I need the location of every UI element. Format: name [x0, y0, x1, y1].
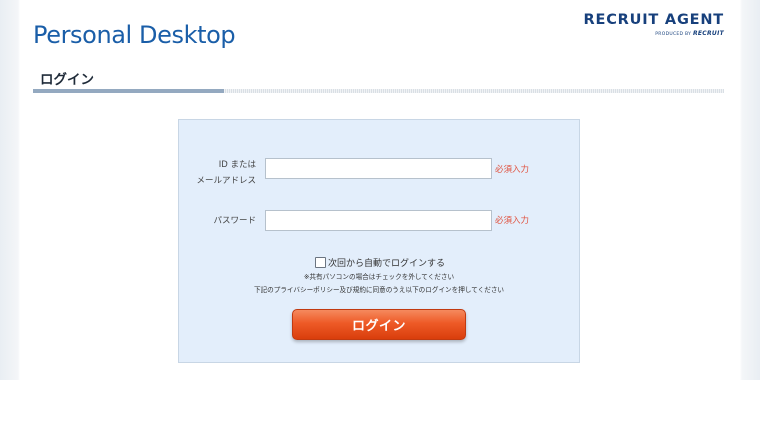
page-title: ログイン	[40, 72, 94, 88]
recruit-agent-logo: RECRUIT AGENT PRODUCED BY RECRUIT	[572, 11, 724, 37]
id-field-label: ID または メールアドレス	[179, 157, 256, 189]
auto-login-option[interactable]: 次回から自動でログインする	[315, 256, 455, 269]
id-email-input[interactable]	[265, 158, 492, 179]
id-label-line2: メールアドレス	[196, 176, 256, 186]
id-required-label: 必須入力	[495, 165, 530, 175]
brand-sub-company: RECRUIT	[692, 30, 724, 37]
password-required-label: 必須入力	[495, 216, 530, 226]
password-input[interactable]	[265, 210, 492, 231]
privacy-note: 下記のプライバシーポリシー及び規約に同意のうえ以下のログインを押してください	[253, 286, 505, 294]
brand-name: RECRUIT AGENT	[583, 12, 724, 28]
brand-sub-prefix: PRODUCED BY	[655, 32, 692, 37]
login-button[interactable]: ログイン	[292, 309, 466, 340]
personal-desktop-logo: Personal Desktop	[33, 21, 236, 49]
section-divider	[33, 89, 724, 93]
login-form-panel: ID または メールアドレス 必須入力 パスワード 必須入力 次回から自動でログ…	[178, 119, 580, 363]
section-divider-accent	[33, 89, 224, 93]
password-field-label: パスワード	[213, 216, 256, 226]
shared-pc-note: ※共有パソコンの場合はチェックを外してください	[303, 273, 455, 281]
brand-subline: PRODUCED BY RECRUIT	[572, 30, 724, 37]
auto-login-label[interactable]: 次回から自動でログインする	[328, 256, 445, 269]
id-label-line1: ID または	[218, 160, 256, 170]
auto-login-checkbox[interactable]	[315, 257, 326, 268]
